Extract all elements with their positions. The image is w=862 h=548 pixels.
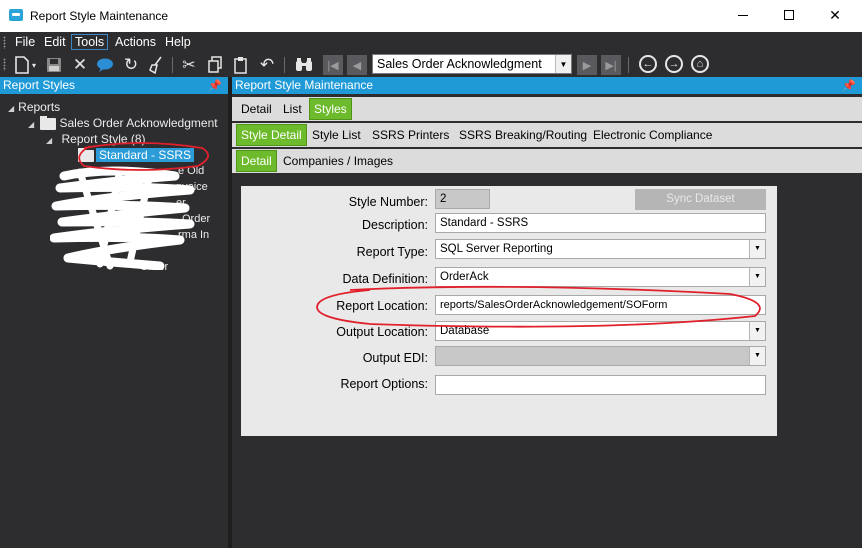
chevron-down-icon[interactable]: ▼ [749,268,765,286]
delete-icon[interactable]: ✕ [70,55,90,75]
report-style-maintenance-header: Report Style Maintenance 📌 [232,77,862,94]
report-location-label: Report Location: [336,299,428,313]
menu-help[interactable]: Help [162,34,194,50]
tab-row-main: Detail List Styles [232,97,862,121]
style-number-label: Style Number: [348,195,428,209]
chevron-down-icon[interactable]: ▼ [749,240,765,258]
menu-tools[interactable]: Tools [71,34,109,50]
report-options-field[interactable] [435,375,766,395]
back-icon[interactable]: ← [639,55,657,73]
title-bar: Report Style Maintenance ✕ [0,0,862,32]
tree-node-standard-ssrs[interactable]: Standard - SSRS [78,147,195,163]
output-edi-select[interactable]: ▼ [435,346,766,366]
pin-icon[interactable]: 📌 [842,78,856,95]
menu-file[interactable]: File [12,34,38,50]
report-options-label: Report Options: [340,377,428,391]
window-title: Report Style Maintenance [30,9,169,23]
tree-label: Sales Order Acknowledgment [59,116,218,130]
clear-icon[interactable] [147,55,167,75]
last-record-icon[interactable]: ▶| [601,55,621,75]
data-definition-select[interactable]: OrderAck ▼ [435,267,766,287]
report-styles-header: Report Styles 📌 [0,77,228,94]
sync-dataset-button[interactable]: Sync Dataset [635,189,766,210]
minimize-button[interactable] [720,0,766,30]
save-icon[interactable] [44,55,64,75]
tab-row-style-detail: Detail Companies / Images [232,149,862,173]
tree-node-report-style[interactable]: ◢ Report Style (8) [46,131,146,147]
toolbar-separator [284,57,285,73]
tree-node-sales-order-ack[interactable]: ◢ Sales Order Acknowledgment [28,115,218,131]
maximize-icon [784,10,794,20]
tab-sub-detail[interactable]: Detail [236,150,277,172]
comment-icon[interactable] [95,55,115,75]
menu-edit[interactable]: Edit [41,34,69,50]
tab-list[interactable]: List [279,98,306,120]
expand-icon[interactable]: ◢ [28,120,34,129]
tab-electronic-compliance[interactable]: Electronic Compliance [589,124,716,146]
style-number-field[interactable]: 2 [435,189,490,209]
tab-style-detail[interactable]: Style Detail [236,124,307,146]
pin-icon[interactable]: 📌 [208,78,222,95]
app-icon [9,9,23,21]
minimize-icon [738,14,748,16]
report-type-select[interactable]: SQL Server Reporting ▼ [435,239,766,259]
tab-row-styles: Style Detail Style List SSRS Printers SS… [232,123,862,147]
report-type-label: Report Type: [356,245,428,259]
tab-detail[interactable]: Detail [237,98,276,120]
tree-label: Reports [18,100,61,114]
chevron-down-icon[interactable]: ▼ [749,322,765,340]
output-edi-label: Output EDI: [362,351,428,365]
tree-label: Report Style (8) [61,132,146,146]
chevron-down-icon[interactable]: ▼ [749,347,765,365]
previous-record-icon[interactable]: ◀ [347,55,367,75]
new-dropdown-icon[interactable]: ▾ [29,55,39,75]
tree-node-reports[interactable]: ◢ Reports [8,99,60,115]
record-selector-value: Sales Order Acknowledgment [377,57,542,71]
report-styles-title: Report Styles [3,78,76,92]
binoculars-icon[interactable] [294,55,314,75]
redaction-scribble [50,166,195,270]
folder-icon [78,148,94,162]
cut-icon[interactable]: ✂ [179,55,199,75]
output-location-label: Output Location: [336,325,428,339]
maximize-button[interactable] [766,0,812,30]
copy-icon[interactable] [205,55,225,75]
undo-icon[interactable]: ↶ [257,55,277,75]
output-location-select[interactable]: Database ▼ [435,321,766,341]
next-record-icon[interactable]: ▶ [577,55,597,75]
panel-title: Report Style Maintenance [235,78,374,92]
tab-ssrs-breaking-routing[interactable]: SSRS Breaking/Routing [455,124,591,146]
toolbar-grip-icon[interactable] [3,58,6,71]
folder-icon [40,116,56,130]
refresh-icon[interactable]: ↻ [121,55,141,75]
description-label: Description: [362,218,428,232]
tab-ssrs-printers[interactable]: SSRS Printers [368,124,453,146]
tab-styles[interactable]: Styles [309,98,352,120]
report-location-field[interactable]: reports/SalesOrderAcknowledgement/SOForm [435,295,766,315]
tab-companies-images[interactable]: Companies / Images [279,150,397,172]
description-field[interactable]: Standard - SSRS [435,213,766,233]
output-location-value: Database [440,325,490,337]
menu-bar: File Edit Tools Actions Help [0,32,862,52]
home-icon[interactable]: ⌂ [691,55,709,73]
report-type-value: SQL Server Reporting [440,243,553,255]
chevron-down-icon[interactable]: ▼ [555,55,571,73]
tree-label-selected: Standard - SSRS [96,148,195,162]
menu-actions[interactable]: Actions [112,34,159,50]
paste-icon[interactable] [231,55,251,75]
record-selector-combo[interactable]: Sales Order Acknowledgment ▼ [372,54,572,74]
expand-icon[interactable]: ◢ [46,136,52,145]
forward-icon[interactable]: → [665,55,683,73]
close-button[interactable]: ✕ [812,0,858,30]
first-record-icon[interactable]: |◀ [323,55,343,75]
data-definition-label: Data Definition: [342,272,428,286]
tab-style-list[interactable]: Style List [308,124,365,146]
expand-icon[interactable]: ◢ [8,104,14,113]
toolbar-separator [172,57,173,73]
toolbar-separator [628,57,629,73]
data-definition-value: OrderAck [440,271,489,283]
menu-grip-icon[interactable] [3,36,6,49]
